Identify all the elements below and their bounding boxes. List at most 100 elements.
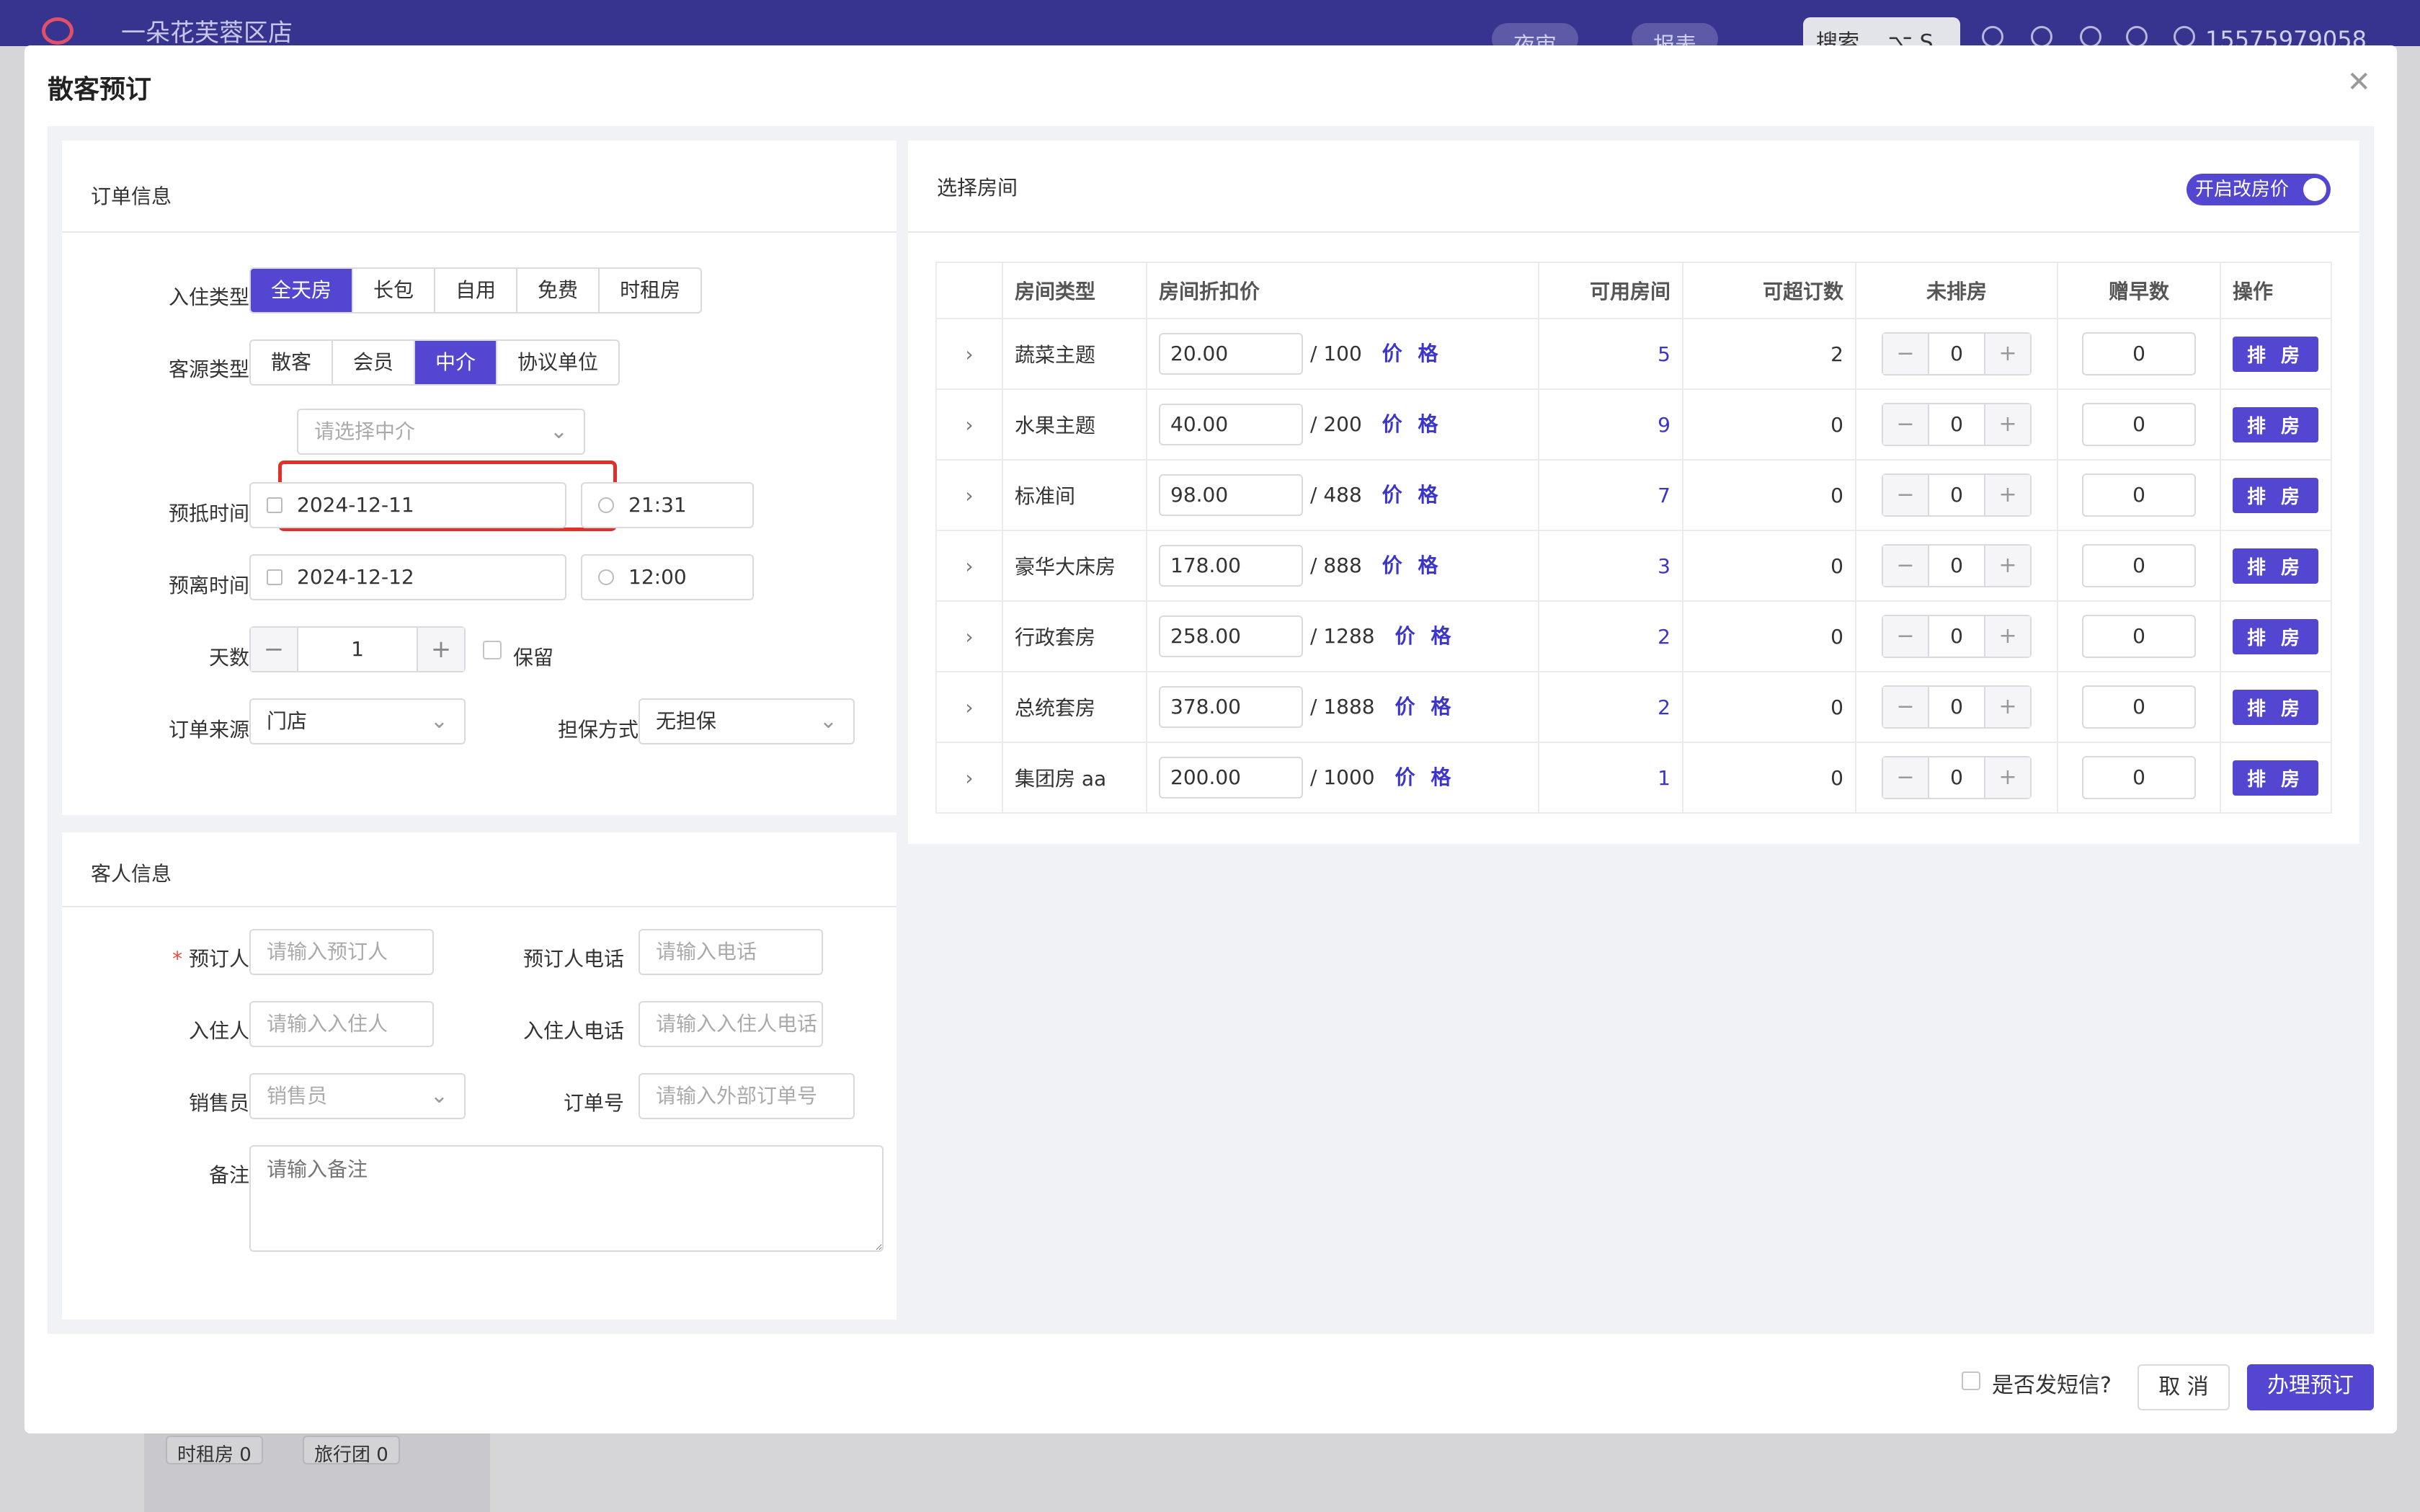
price-link[interactable]: 价 格 — [1382, 342, 1443, 365]
arrange-room-button[interactable]: 排 房 — [2233, 336, 2319, 372]
discount-price-input[interactable]: 20.00 — [1159, 333, 1303, 375]
guarantee-select[interactable]: 无担保 ⌄ — [639, 698, 855, 744]
unassigned-stepper[interactable]: −0 + — [1882, 685, 2032, 729]
discount-price-input[interactable]: 258.00 — [1159, 615, 1303, 657]
available-count[interactable]: 5 — [1658, 342, 1671, 366]
source-type-contract[interactable]: 协议单位 — [497, 341, 618, 384]
chevron-right-icon[interactable]: › — [965, 695, 973, 719]
refresh-icon[interactable] — [2080, 26, 2101, 48]
chevron-right-icon[interactable]: › — [965, 554, 973, 578]
minus-icon[interactable]: − — [1883, 757, 1928, 798]
days-value[interactable]: 1 — [297, 628, 418, 671]
user-avatar-icon[interactable] — [2174, 26, 2195, 48]
discount-price-input[interactable]: 98.00 — [1159, 474, 1303, 516]
plus-icon[interactable]: + — [1985, 757, 2030, 798]
booker-phone-input[interactable]: 请输入电话 — [639, 929, 823, 975]
edit-price-toggle[interactable]: 开启改房价 — [2186, 174, 2331, 205]
agent-select[interactable]: 请选择中介 ⌄ — [297, 409, 585, 455]
minus-icon[interactable]: − — [1883, 334, 1928, 374]
sms-checkbox[interactable] — [1962, 1371, 1980, 1390]
source-type-walkin[interactable]: 散客 — [251, 341, 334, 384]
occupant-phone-input[interactable]: 请输入入住人电话 — [639, 1001, 823, 1047]
unassigned-value[interactable]: 0 — [1928, 334, 1985, 374]
plus-icon[interactable]: + — [1985, 404, 2030, 445]
source-type-member[interactable]: 会员 — [333, 341, 416, 384]
available-count[interactable]: 3 — [1658, 554, 1671, 578]
unassigned-stepper[interactable]: −0 + — [1882, 403, 2032, 446]
available-count[interactable]: 1 — [1658, 766, 1671, 790]
plus-icon[interactable]: + — [1985, 687, 2030, 727]
sales-select[interactable]: 销售员 ⌄ — [249, 1073, 466, 1119]
days-stepper[interactable]: − 1 + — [249, 626, 466, 672]
minus-icon[interactable]: − — [251, 628, 297, 671]
plus-icon[interactable]: + — [1985, 334, 2030, 374]
available-count[interactable]: 9 — [1658, 413, 1671, 437]
available-count[interactable]: 7 — [1658, 484, 1671, 507]
order-no-input[interactable]: 请输入外部订单号 — [639, 1073, 855, 1119]
chevron-right-icon[interactable]: › — [965, 766, 973, 790]
discount-price-input[interactable]: 378.00 — [1159, 686, 1303, 728]
plus-icon[interactable]: + — [1985, 475, 2030, 515]
price-link[interactable]: 价 格 — [1382, 483, 1443, 507]
price-link[interactable]: 价 格 — [1395, 624, 1456, 648]
unassigned-stepper[interactable]: −0 + — [1882, 544, 2032, 587]
discount-price-input[interactable]: 40.00 — [1159, 404, 1303, 445]
arrange-room-button[interactable]: 排 房 — [2233, 477, 2319, 513]
breakfast-input[interactable]: 0 — [2082, 685, 2196, 729]
arrange-room-button[interactable]: 排 房 — [2233, 760, 2319, 796]
unassigned-stepper[interactable]: −0 + — [1882, 473, 2032, 517]
minus-icon[interactable]: − — [1883, 404, 1928, 445]
unassigned-value[interactable]: 0 — [1928, 687, 1985, 727]
departure-time-input[interactable]: 12:00 — [581, 554, 754, 600]
expand-icon[interactable] — [2031, 26, 2052, 48]
breakfast-input[interactable]: 0 — [2082, 332, 2196, 375]
chevron-right-icon[interactable]: › — [965, 484, 973, 507]
arrange-room-button[interactable]: 排 房 — [2233, 406, 2319, 443]
theme-icon[interactable] — [2126, 26, 2148, 48]
checkin-type-all-day[interactable]: 全天房 — [251, 269, 354, 312]
plus-icon[interactable]: + — [1985, 616, 2030, 657]
store-switcher[interactable]: 一朵花芙蓉区店 — [121, 13, 293, 48]
unassigned-value[interactable]: 0 — [1928, 404, 1985, 445]
price-link[interactable]: 价 格 — [1382, 553, 1443, 577]
breakfast-input[interactable]: 0 — [2082, 544, 2196, 587]
discount-price-input[interactable]: 178.00 — [1159, 545, 1303, 587]
unassigned-value[interactable]: 0 — [1928, 616, 1985, 657]
order-source-select[interactable]: 门店 ⌄ — [249, 698, 466, 744]
unassigned-value[interactable]: 0 — [1928, 475, 1985, 515]
unassigned-value[interactable]: 0 — [1928, 757, 1985, 798]
checkin-type-free[interactable]: 免费 — [517, 269, 600, 312]
breakfast-input[interactable]: 0 — [2082, 756, 2196, 799]
minus-icon[interactable]: − — [1883, 475, 1928, 515]
available-count[interactable]: 2 — [1658, 625, 1671, 649]
keep-checkbox[interactable] — [483, 641, 502, 659]
cancel-button[interactable]: 取 消 — [2137, 1364, 2230, 1410]
booker-input[interactable]: 请输入预订人 — [249, 929, 434, 975]
arrival-time-input[interactable]: 21:31 — [581, 482, 754, 528]
chevron-right-icon[interactable]: › — [965, 625, 973, 649]
checkin-type-hourly[interactable]: 时租房 — [600, 269, 700, 312]
checkin-type-self-use[interactable]: 自用 — [435, 269, 518, 312]
unassigned-value[interactable]: 0 — [1928, 546, 1985, 586]
unassigned-stepper[interactable]: −0 + — [1882, 756, 2032, 799]
unassigned-stepper[interactable]: −0 + — [1882, 332, 2032, 375]
close-icon[interactable]: ✕ — [2346, 66, 2371, 99]
submit-booking-button[interactable]: 办理预订 — [2247, 1364, 2374, 1410]
plus-icon[interactable]: + — [1985, 546, 2030, 586]
arrange-room-button[interactable]: 排 房 — [2233, 618, 2319, 654]
remark-textarea[interactable] — [249, 1145, 884, 1252]
discount-price-input[interactable]: 200.00 — [1159, 757, 1303, 799]
arrange-room-button[interactable]: 排 房 — [2233, 548, 2319, 584]
source-type-agent[interactable]: 中介 — [415, 341, 498, 384]
price-link[interactable]: 价 格 — [1395, 765, 1456, 789]
breakfast-input[interactable]: 0 — [2082, 473, 2196, 517]
minus-icon[interactable]: − — [1883, 546, 1928, 586]
occupant-input[interactable]: 请输入入住人 — [249, 1001, 434, 1047]
plus-icon[interactable]: + — [418, 628, 464, 671]
chevron-right-icon[interactable]: › — [965, 413, 973, 437]
minus-icon[interactable]: − — [1883, 616, 1928, 657]
arrival-date-input[interactable]: 2024-12-11 — [249, 482, 566, 528]
available-count[interactable]: 2 — [1658, 695, 1671, 719]
price-link[interactable]: 价 格 — [1382, 412, 1443, 436]
checkin-type-long-stay[interactable]: 长包 — [353, 269, 436, 312]
